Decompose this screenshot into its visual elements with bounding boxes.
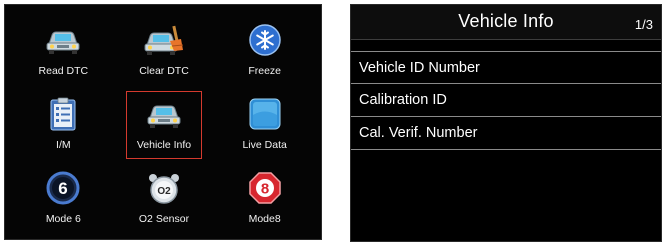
list-item-cal-verif-number[interactable]: Cal. Verif. Number [351, 117, 661, 150]
menu-item-live-data[interactable]: Live Data [214, 87, 315, 161]
menu-label: Mode 6 [45, 213, 81, 225]
menu-label: Freeze [248, 65, 281, 77]
screen-title: Vehicle Info [458, 11, 554, 31]
menu-item-read-dtc[interactable]: Read DTC [13, 13, 114, 87]
menu-item-clear-dtc[interactable]: Clear DTC [114, 13, 215, 87]
menu-item-freeze[interactable]: Freeze [214, 13, 315, 87]
mode8-icon: 8 [245, 171, 285, 205]
title-bar: Vehicle Info 1/3 [351, 5, 661, 40]
menu-item-mode-6[interactable]: 6 Mode 6 [13, 161, 114, 235]
menu-label: Read DTC [38, 65, 89, 77]
mode8-badge-text: 8 [260, 181, 268, 198]
list-item-label: Calibration ID [359, 92, 447, 108]
mode6-icon: 6 [43, 171, 83, 205]
car-brush-icon [144, 23, 184, 57]
menu-grid: Read DTC Clear DTC Freeze I/M Vehicle In… [13, 13, 315, 235]
live-data-icon [245, 97, 285, 131]
menu-label: O2 Sensor [138, 213, 190, 225]
checklist-icon [43, 97, 83, 131]
menu-item-vehicle-info[interactable]: Vehicle Info [114, 87, 215, 161]
menu-item-o2-sensor[interactable]: O2 O2 Sensor [114, 161, 215, 235]
list-item-calibration-id[interactable]: Calibration ID [351, 84, 661, 117]
menu-label: Vehicle Info [136, 139, 192, 151]
list-item-label: Vehicle ID Number [359, 59, 480, 76]
menu-item-mode8[interactable]: 8 Mode8 [214, 161, 315, 235]
menu-label: I/M [56, 139, 71, 151]
car-icon [144, 97, 184, 131]
menu-label: Clear DTC [139, 65, 189, 77]
menu-label: Live Data [242, 139, 287, 151]
menu-label: Mode8 [248, 213, 281, 225]
o2-sensor-icon: O2 [144, 171, 184, 205]
vehicle-info-list: Vehicle ID Number Calibration ID Cal. Ve… [351, 51, 661, 150]
menu-item-im[interactable]: I/M [13, 87, 114, 161]
snowflake-icon [245, 23, 285, 57]
mode6-badge-text: 6 [59, 179, 68, 198]
o2-badge-text: O2 [157, 186, 171, 197]
main-menu-screen: Read DTC Clear DTC Freeze I/M Vehicle In… [4, 4, 322, 240]
vehicle-info-screen: Vehicle Info 1/3 Vehicle ID Number Calib… [350, 4, 662, 242]
list-item-label: Cal. Verif. Number [359, 125, 478, 141]
car-icon [43, 23, 83, 57]
list-item-vehicle-id-number[interactable]: Vehicle ID Number [351, 51, 661, 84]
page-indicator: 1/3 [634, 17, 653, 32]
